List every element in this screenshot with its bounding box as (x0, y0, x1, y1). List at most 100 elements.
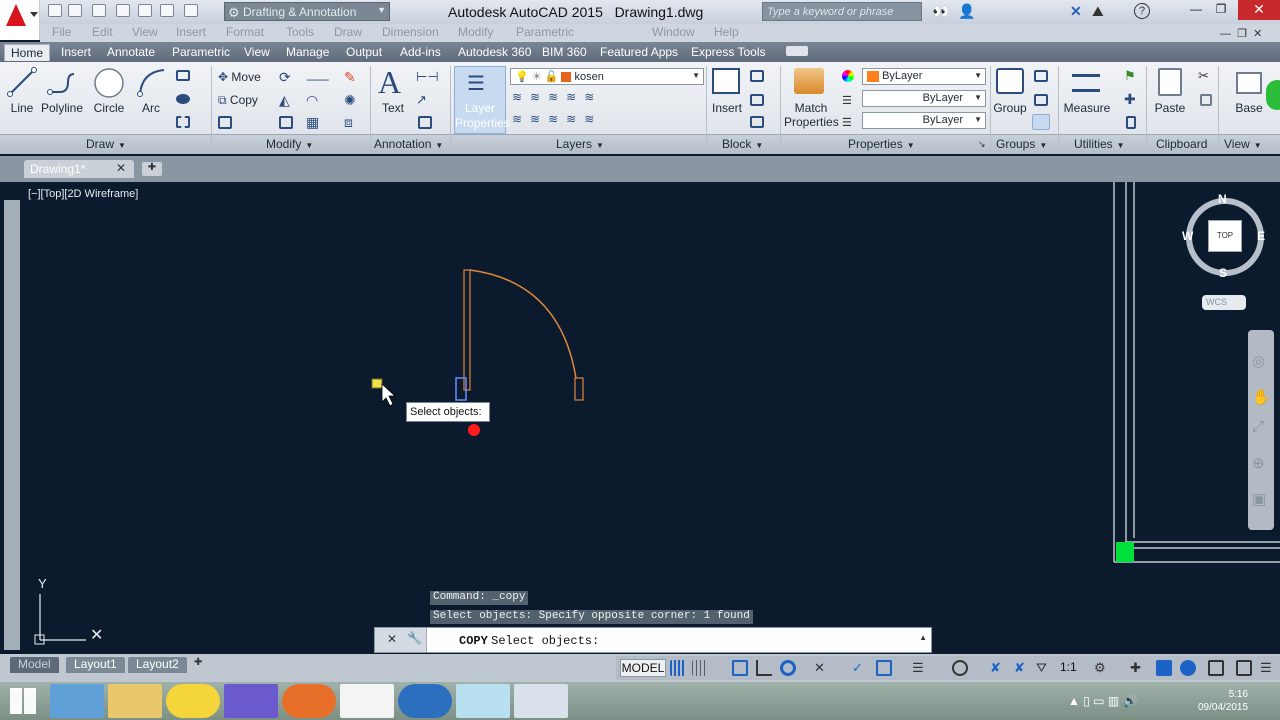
workspace-switching-icon[interactable]: ⚙ (1094, 660, 1110, 676)
windows-start-icon[interactable] (10, 688, 36, 714)
ribbon-options-icon[interactable] (786, 46, 808, 56)
quick-select-icon[interactable]: ⚑ (1124, 68, 1136, 84)
polyline-button[interactable]: Polyline (38, 101, 86, 115)
ortho-icon[interactable] (756, 660, 772, 676)
application-menu-button[interactable] (0, 0, 40, 40)
tab-home[interactable]: Home (4, 44, 51, 61)
menu-tools[interactable]: Tools (286, 25, 314, 39)
color-dropdown[interactable]: ByLayer ▼ (862, 68, 986, 85)
line-button[interactable]: Line (6, 101, 38, 115)
close-button[interactable]: ✕ (1238, 0, 1280, 20)
showmotion-icon[interactable]: ▣ (1252, 490, 1266, 508)
selection-cycling-icon[interactable] (952, 660, 968, 676)
chevron-up-icon[interactable]: ▲ (919, 633, 927, 642)
auto-scale-icon[interactable]: ✘ (1014, 660, 1030, 676)
measure-icon[interactable] (1072, 74, 1100, 92)
plot-icon[interactable] (138, 4, 152, 17)
menu-draw[interactable]: Draw (334, 25, 362, 39)
doc-window-controls[interactable]: — ❐ ✕ (1220, 27, 1262, 40)
layer-tools-row-1[interactable]: ≋≋≋≋≋ (512, 90, 602, 104)
redo-icon[interactable] (184, 4, 198, 17)
document-tab[interactable]: Drawing1* ✕ (24, 160, 134, 178)
menu-format[interactable]: Format (226, 25, 264, 39)
viewcube-top-face[interactable]: TOP (1208, 220, 1242, 252)
close-icon[interactable]: ✕ (387, 632, 397, 646)
measure-button[interactable]: Measure (1062, 101, 1112, 115)
tab-autodesk-360[interactable]: Autodesk 360 (452, 44, 537, 61)
linetype-dropdown[interactable]: ByLayer ▼ (862, 90, 986, 107)
group-icon[interactable] (996, 68, 1024, 94)
menu-window[interactable]: Window (652, 25, 695, 39)
hot-grip[interactable] (1116, 542, 1134, 562)
a360-icon[interactable]: ⛰ (1092, 3, 1104, 20)
search-input[interactable]: Type a keyword or phrase (762, 2, 922, 21)
cut-icon[interactable]: ✂ (1198, 68, 1209, 84)
insert-icon[interactable] (712, 68, 740, 94)
infer-constraints-icon[interactable] (732, 660, 748, 676)
group-button[interactable]: Group (990, 101, 1030, 115)
group-edit-icon[interactable] (1034, 94, 1048, 106)
arc-button[interactable]: Arc (136, 101, 166, 115)
block-panel-title[interactable]: Block ▼ (722, 137, 763, 151)
arc-icon[interactable] (136, 66, 168, 98)
erase-icon[interactable]: ✎ (344, 69, 356, 86)
clipboard-panel-title[interactable]: Clipboard (1156, 137, 1207, 151)
layers-panel-title[interactable]: Layers ▼ (556, 137, 604, 151)
minimize-button[interactable]: — (1186, 0, 1206, 20)
offset-icon[interactable]: ⧈ (344, 114, 353, 131)
tab-view[interactable]: View (238, 44, 276, 61)
properties-panel-title[interactable]: Properties ▼ (848, 137, 915, 151)
annotation-scale-value[interactable]: 1:1 (1060, 660, 1077, 674)
pan-icon[interactable]: ✋ (1252, 388, 1271, 406)
orbit-icon[interactable]: ⊕ (1252, 454, 1265, 472)
tab-output[interactable]: Output (340, 44, 388, 61)
annotation-monitor-icon[interactable]: ✚ (1130, 660, 1146, 676)
clean-screen-icon[interactable] (1236, 660, 1252, 676)
annotation-scale-icon[interactable]: ⛛ (1036, 660, 1052, 676)
undo-icon[interactable] (160, 4, 174, 17)
dialog-launcher-icon[interactable]: ↘ (978, 139, 986, 150)
trim-icon[interactable]: ⸺ (306, 69, 329, 89)
menu-help[interactable]: Help (714, 25, 739, 39)
paste-button[interactable]: Paste (1150, 101, 1190, 115)
boundary-icon[interactable] (176, 116, 190, 128)
table-icon[interactable] (418, 116, 432, 129)
text-button[interactable]: Text (376, 101, 410, 115)
line-icon[interactable] (6, 66, 38, 98)
groups-panel-title[interactable]: Groups ▼ (996, 137, 1047, 151)
circle-icon[interactable] (92, 66, 126, 100)
calculator-icon[interactable] (1126, 116, 1136, 129)
grid-icon[interactable] (670, 660, 686, 676)
isolate-objects-icon[interactable] (1180, 660, 1196, 676)
create-block-icon[interactable] (750, 70, 764, 82)
polyline-icon[interactable] (46, 68, 78, 98)
paste-icon[interactable] (1158, 68, 1182, 96)
firefox-icon[interactable] (282, 684, 336, 718)
rectangle-icon[interactable] (176, 70, 190, 81)
tab-add-ins[interactable]: Add-ins (394, 44, 447, 61)
polar-tracking-icon[interactable] (780, 660, 796, 676)
copy-button[interactable]: ⧉ Copy (218, 93, 258, 108)
fillet-icon[interactable]: ◠ (306, 92, 318, 109)
menu-modify[interactable]: Modify (458, 25, 493, 39)
new-file-icon[interactable] (48, 4, 62, 17)
text-icon[interactable]: A (378, 64, 401, 101)
customization-icon[interactable]: ☰ (1260, 660, 1276, 676)
group-selection-icon[interactable] (1032, 114, 1050, 130)
copy-clip-icon[interactable] (1200, 94, 1212, 106)
internet-explorer-icon[interactable] (50, 684, 104, 718)
save-icon[interactable] (92, 4, 106, 17)
binoculars-icon[interactable]: 👀 (932, 3, 949, 20)
browser-globe-icon[interactable] (398, 684, 452, 718)
layer-properties-button[interactable]: ☰ Layer Properties (454, 66, 510, 134)
new-layout-button[interactable]: ✚ (194, 657, 202, 668)
menu-insert[interactable]: Insert (176, 25, 206, 39)
insert-button[interactable]: Insert (708, 101, 746, 115)
model-space-button[interactable]: MODEL (620, 659, 666, 677)
tab-express-tools[interactable]: Express Tools (685, 44, 771, 61)
menu-file[interactable]: File (52, 25, 71, 39)
id-point-icon[interactable]: ✚ (1124, 91, 1136, 108)
menu-view[interactable]: View (132, 25, 158, 39)
tab-manage[interactable]: Manage (280, 44, 335, 61)
hatch-icon[interactable] (176, 94, 190, 104)
